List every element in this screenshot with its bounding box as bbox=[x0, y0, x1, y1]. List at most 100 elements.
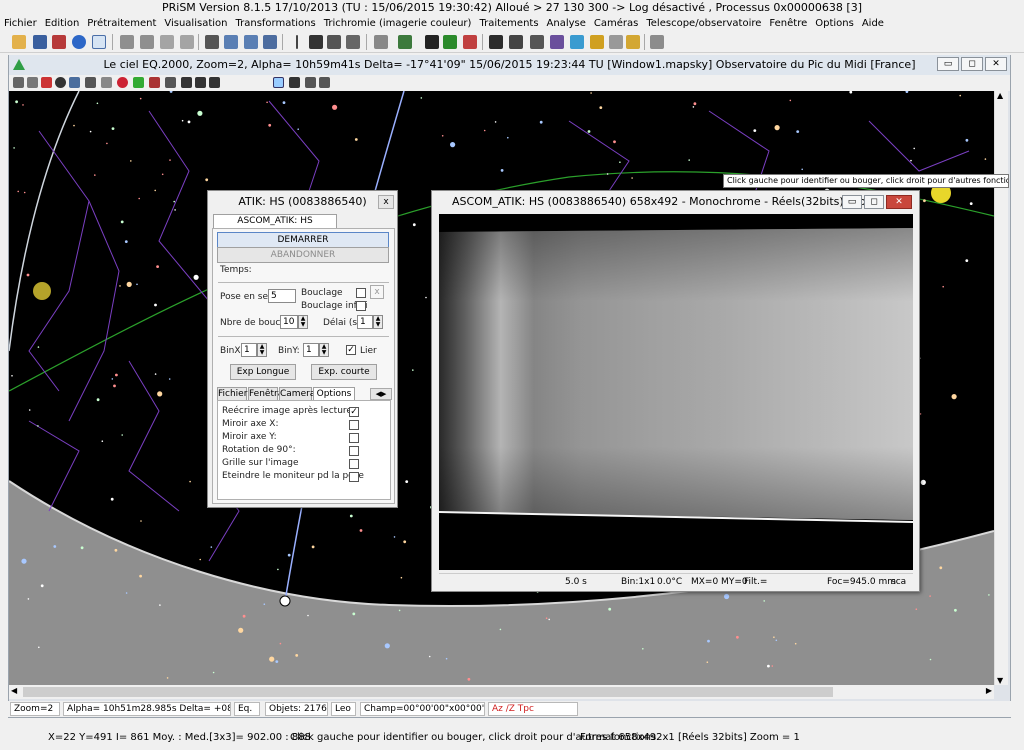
menu-item-12[interactable]: Aide bbox=[858, 16, 888, 31]
star[interactable] bbox=[154, 303, 157, 307]
star[interactable] bbox=[923, 199, 926, 203]
star[interactable] bbox=[130, 160, 132, 162]
undo-icon[interactable] bbox=[120, 35, 134, 49]
star[interactable] bbox=[275, 660, 279, 663]
tab-fichier[interactable]: Fichier bbox=[217, 387, 247, 401]
star[interactable] bbox=[38, 646, 40, 649]
star[interactable] bbox=[688, 159, 690, 161]
star[interactable] bbox=[157, 391, 163, 397]
star[interactable] bbox=[96, 398, 100, 402]
loop-checkbox[interactable] bbox=[356, 288, 366, 298]
star[interactable] bbox=[393, 536, 396, 538]
scroll-right-icon[interactable]: ▶ bbox=[986, 686, 992, 695]
camera-image[interactable] bbox=[438, 214, 914, 570]
layer-icon[interactable] bbox=[101, 77, 112, 88]
scroll-thumb[interactable] bbox=[23, 687, 833, 697]
star[interactable] bbox=[311, 545, 315, 549]
focuser-icon[interactable] bbox=[463, 35, 477, 49]
star[interactable] bbox=[773, 636, 775, 638]
crosshair-icon[interactable] bbox=[296, 35, 298, 49]
star[interactable] bbox=[53, 545, 57, 548]
filter-icon[interactable] bbox=[425, 35, 439, 49]
star[interactable] bbox=[359, 529, 363, 532]
sky-map-icon[interactable] bbox=[590, 35, 604, 49]
star[interactable] bbox=[193, 274, 199, 280]
star[interactable] bbox=[96, 102, 99, 105]
star[interactable] bbox=[106, 142, 108, 145]
star[interactable] bbox=[17, 190, 19, 193]
telescope-icon[interactable] bbox=[443, 35, 457, 49]
star[interactable] bbox=[121, 434, 123, 436]
image-close-button[interactable]: ✕ bbox=[886, 195, 912, 209]
curve-icon[interactable] bbox=[327, 35, 341, 49]
star[interactable] bbox=[212, 671, 215, 674]
menu-item-7[interactable]: Analyse bbox=[543, 16, 590, 31]
table-icon[interactable] bbox=[69, 77, 80, 88]
star[interactable] bbox=[40, 584, 44, 588]
tab-options[interactable]: Options bbox=[313, 387, 355, 401]
star[interactable] bbox=[692, 106, 695, 108]
star[interactable] bbox=[794, 642, 797, 645]
star[interactable] bbox=[905, 91, 909, 93]
properties-icon[interactable] bbox=[92, 35, 106, 49]
delay-input[interactable]: 1 bbox=[357, 315, 373, 329]
magnifier-icon[interactable] bbox=[13, 77, 24, 88]
star[interactable] bbox=[412, 223, 416, 227]
menu-item-9[interactable]: Telescope/observatoire bbox=[642, 16, 765, 31]
star[interactable] bbox=[199, 558, 201, 561]
loop-clear-button[interactable]: x bbox=[370, 285, 384, 299]
print-icon[interactable] bbox=[85, 77, 96, 88]
spectrum-icon[interactable] bbox=[509, 35, 523, 49]
star[interactable] bbox=[763, 600, 765, 602]
scroll-down-icon[interactable]: ▼ bbox=[997, 676, 1003, 685]
star[interactable] bbox=[400, 576, 403, 579]
star[interactable] bbox=[154, 373, 157, 375]
star[interactable] bbox=[161, 173, 164, 176]
restore-button[interactable]: ◻ bbox=[961, 57, 983, 71]
dome-icon[interactable] bbox=[626, 35, 640, 49]
star[interactable] bbox=[354, 138, 358, 141]
star[interactable] bbox=[73, 124, 75, 127]
star[interactable] bbox=[282, 101, 286, 104]
cross-icon[interactable] bbox=[305, 77, 316, 88]
star[interactable] bbox=[119, 285, 121, 287]
biny-input[interactable]: 1 bbox=[303, 343, 319, 357]
stop-icon[interactable] bbox=[195, 77, 206, 88]
binx-input[interactable]: 1 bbox=[241, 343, 257, 357]
star[interactable] bbox=[499, 628, 502, 631]
star[interactable] bbox=[287, 553, 291, 557]
star[interactable] bbox=[268, 123, 272, 127]
menu-item-3[interactable]: Visualisation bbox=[160, 16, 231, 31]
star[interactable] bbox=[545, 617, 548, 619]
star[interactable] bbox=[707, 639, 710, 643]
zoom-tool-icon[interactable] bbox=[205, 35, 219, 49]
star[interactable] bbox=[263, 603, 266, 605]
star[interactable] bbox=[767, 664, 770, 668]
option-checkbox[interactable] bbox=[349, 433, 359, 443]
star[interactable] bbox=[136, 283, 138, 286]
exp-short-button[interactable]: Exp. courte bbox=[311, 364, 377, 380]
link-checkbox[interactable]: ✓ bbox=[346, 345, 356, 355]
binx-spinner[interactable]: ▲ ▼ bbox=[257, 343, 267, 357]
star[interactable] bbox=[693, 102, 697, 106]
astrometry-icon[interactable] bbox=[570, 35, 584, 49]
star[interactable] bbox=[156, 265, 160, 268]
star[interactable] bbox=[984, 158, 987, 160]
image-minimize-button[interactable]: ▭ bbox=[842, 195, 862, 209]
copy-icon[interactable] bbox=[160, 35, 174, 49]
star[interactable] bbox=[242, 614, 246, 618]
star[interactable] bbox=[277, 568, 279, 571]
menu-item-4[interactable]: Transformations bbox=[231, 16, 319, 31]
star[interactable] bbox=[483, 129, 486, 132]
star[interactable] bbox=[279, 642, 282, 645]
star[interactable] bbox=[13, 147, 15, 149]
star[interactable] bbox=[494, 121, 497, 123]
star[interactable] bbox=[189, 480, 191, 483]
star[interactable] bbox=[23, 191, 26, 194]
play-icon[interactable] bbox=[165, 77, 176, 88]
star[interactable] bbox=[954, 608, 957, 612]
redo-icon[interactable] bbox=[140, 35, 154, 49]
pointer-icon[interactable] bbox=[273, 77, 284, 88]
sky-horizontal-scrollbar[interactable]: ◀ ▶ bbox=[9, 685, 994, 699]
catalog-icon[interactable] bbox=[41, 77, 52, 88]
